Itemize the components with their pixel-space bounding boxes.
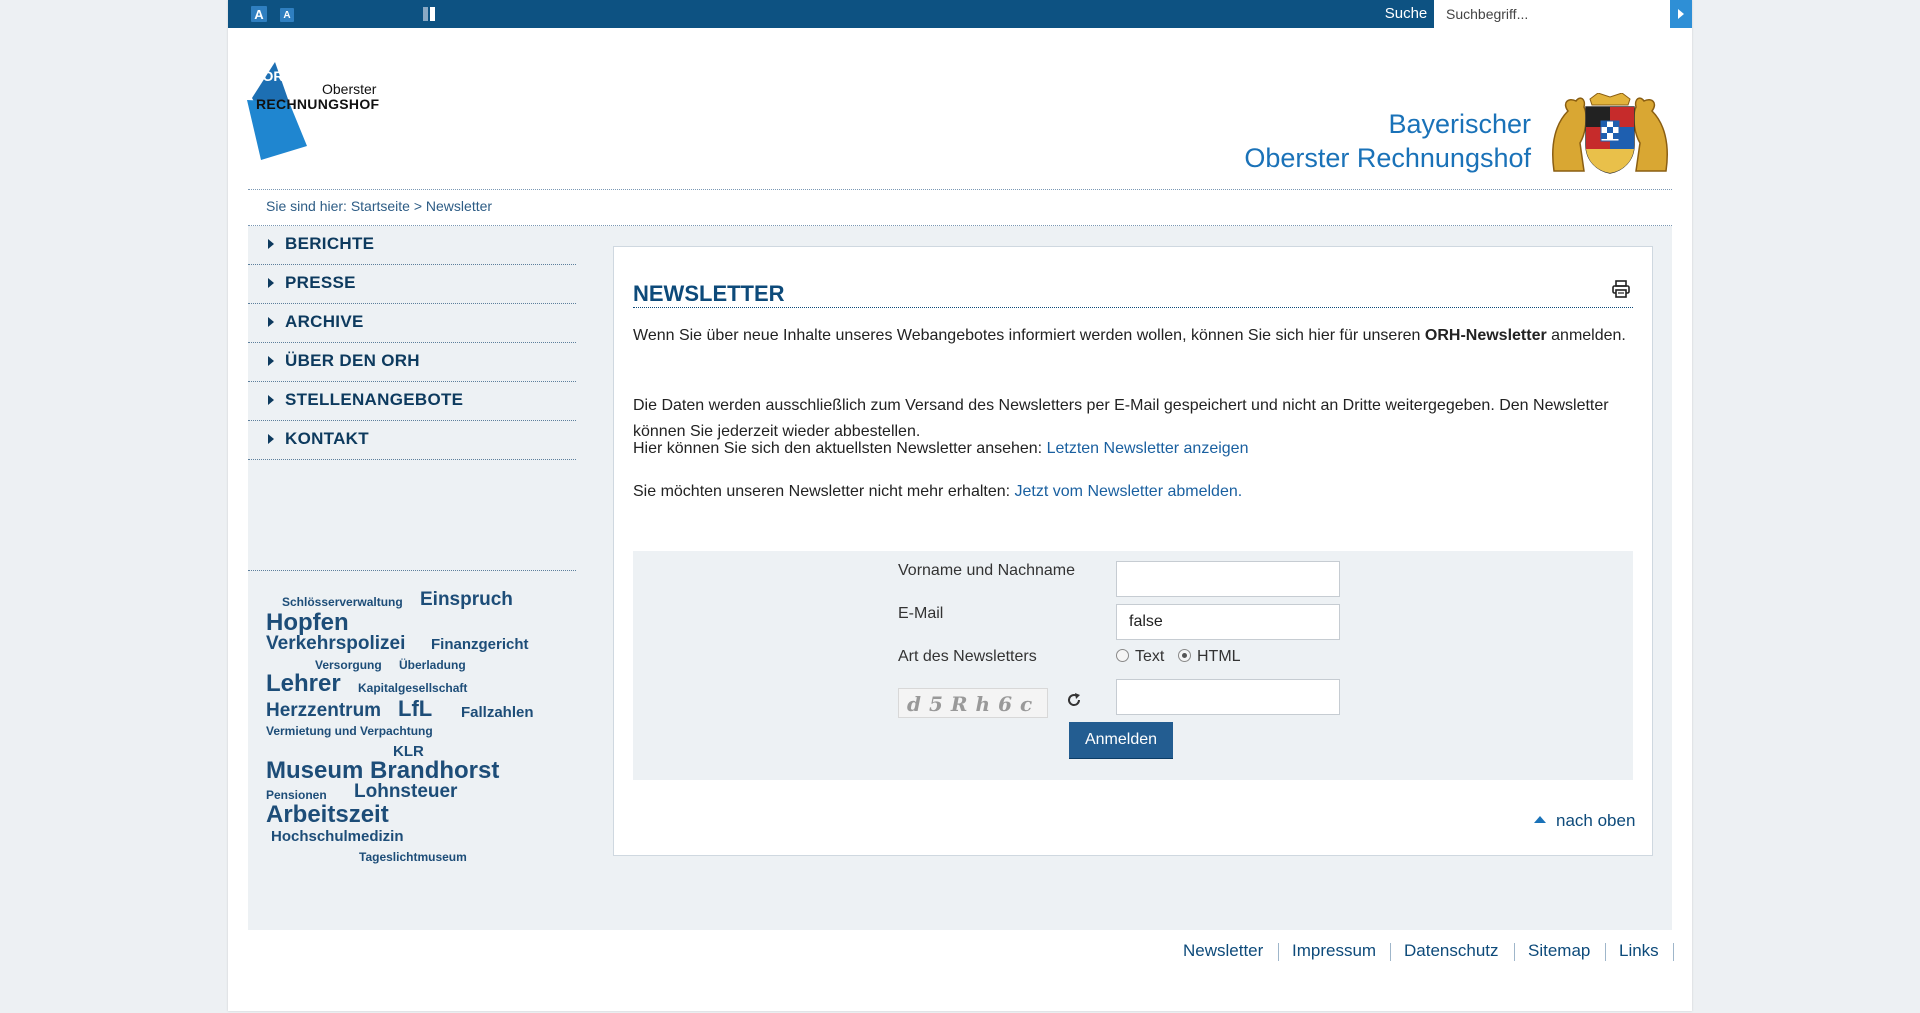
- tag-link[interactable]: Einspruch: [420, 589, 513, 611]
- tag-link[interactable]: Herzzentrum: [266, 700, 381, 722]
- tag-link[interactable]: Hochschulmedizin: [271, 828, 404, 845]
- intro-paragraph: Wenn Sie über neue Inhalte unseres Weban…: [633, 323, 1633, 349]
- nav-item-label: BERICHTE: [285, 234, 375, 253]
- tag-link[interactable]: Tageslichtmuseum: [359, 850, 467, 864]
- tag-link[interactable]: Lohnsteuer: [354, 781, 457, 803]
- footer-link-links[interactable]: Links: [1619, 941, 1659, 961]
- radio-text[interactable]: [1116, 649, 1129, 662]
- footer-separator: [1278, 943, 1279, 961]
- radio-text-label: Text: [1135, 648, 1165, 665]
- latest-newsletter-paragraph: Hier können Sie sich den aktuellsten New…: [633, 436, 1633, 462]
- nav-item-label: ARCHIVE: [285, 312, 364, 331]
- tag-link[interactable]: Pensionen: [266, 788, 327, 802]
- nav-item-kontakt[interactable]: KONTAKT: [248, 421, 576, 460]
- nav-item-label: KONTAKT: [285, 429, 369, 448]
- caret-right-icon: [268, 317, 274, 327]
- tag-link[interactable]: Überladung: [399, 658, 466, 672]
- title-divider: [633, 307, 1633, 308]
- intro-text-end: anmelden.: [1546, 327, 1626, 344]
- footer-link-datenschutz[interactable]: Datenschutz: [1404, 941, 1499, 961]
- footer-separator: [1514, 943, 1515, 961]
- nav-item-presse[interactable]: PRESSE: [248, 265, 576, 304]
- search-input[interactable]: [1434, 0, 1670, 28]
- footer-link-sitemap[interactable]: Sitemap: [1528, 941, 1590, 961]
- caret-right-icon: [268, 356, 274, 366]
- name-label: Vorname und Nachname: [898, 562, 1075, 579]
- tagcloud-divider: [248, 570, 576, 571]
- captcha-input[interactable]: [1116, 679, 1340, 715]
- header-divider: [248, 189, 1672, 190]
- tag-link[interactable]: Vermietung und Verpachtung: [266, 724, 433, 738]
- unsubscribe-link[interactable]: Jetzt vom Newsletter abmelden.: [1015, 483, 1243, 500]
- unsubscribe-paragraph: Sie möchten unseren Newsletter nicht meh…: [633, 479, 1633, 505]
- captcha-image: d5Rh6c: [898, 688, 1048, 718]
- intro-text: Wenn Sie über neue Inhalte unseres Weban…: [633, 327, 1425, 344]
- nav-item-berichte[interactable]: BERICHTE: [248, 226, 576, 265]
- logo-orh-text: ORH: [262, 68, 294, 84]
- caret-right-icon: [268, 395, 274, 405]
- search-submit-button[interactable]: [1670, 0, 1692, 28]
- content-panel: NEWSLETTER Wenn Sie über neue Inhalte un…: [613, 246, 1653, 856]
- arrow-up-icon: [1534, 816, 1546, 824]
- page: A A Suche ORH Oberster RECHNUNGSHOF Baye…: [228, 0, 1692, 1011]
- tag-link[interactable]: Kapitalgesellschaft: [358, 681, 467, 695]
- nav-item-label: ÜBER DEN ORH: [285, 351, 420, 370]
- newsletter-type-label: Art des Newsletters: [898, 648, 1037, 665]
- tag-link[interactable]: LfL: [398, 696, 432, 722]
- bavarian-coat-of-arms-icon: [1552, 93, 1668, 174]
- footer-separator: [1390, 943, 1391, 961]
- latest-newsletter-link[interactable]: Letzten Newsletter anzeigen: [1047, 440, 1249, 457]
- radio-html[interactable]: [1178, 649, 1191, 662]
- caret-right-icon: [268, 434, 274, 444]
- tag-link[interactable]: Fallzahlen: [461, 704, 534, 721]
- nav-item-label: PRESSE: [285, 273, 356, 292]
- site-title-line1: Bayerischer: [1388, 109, 1531, 139]
- logo-rechnungshof-text: RECHNUNGSHOF: [256, 96, 380, 112]
- tag-link[interactable]: Lehrer: [266, 670, 341, 698]
- caret-right-icon: [268, 278, 274, 288]
- top-bar: A A Suche: [228, 0, 1692, 28]
- radio-html-label: HTML: [1197, 648, 1241, 665]
- nav-item-label: STELLENANGEBOTE: [285, 390, 464, 409]
- page-title: NEWSLETTER: [633, 281, 785, 306]
- latest-newsletter-text: Hier können Sie sich den aktuellsten New…: [633, 440, 1047, 457]
- newsletter-name: ORH-Newsletter: [1424, 327, 1547, 344]
- font-size-small-button[interactable]: A: [280, 8, 294, 22]
- logo-oberster-text: Oberster: [322, 81, 377, 97]
- email-label: E-Mail: [898, 605, 944, 622]
- back-to-top-link[interactable]: nach oben: [1534, 811, 1635, 831]
- site-title: Bayerischer Oberster Rechnungshof: [1244, 107, 1531, 175]
- tag-link[interactable]: Finanzgericht: [431, 636, 529, 653]
- nav-item-stellenangebote[interactable]: STELLENANGEBOTE: [248, 382, 576, 421]
- refresh-captcha-icon[interactable]: [1065, 691, 1083, 709]
- arrow-right-icon: [1678, 9, 1684, 19]
- caret-right-icon: [268, 239, 274, 249]
- subscribe-button[interactable]: Anmelden: [1069, 722, 1173, 758]
- nav-item-archive[interactable]: ARCHIVE: [248, 304, 576, 343]
- font-size-large-button[interactable]: A: [251, 6, 267, 22]
- search-label: Suche: [1384, 5, 1428, 22]
- breadcrumb: Sie sind hier: Startseite > Newsletter: [266, 198, 493, 214]
- nav-item-ueber-den-orh[interactable]: ÜBER DEN ORH: [248, 343, 576, 382]
- name-field[interactable]: [1116, 561, 1340, 597]
- tag-link[interactable]: Verkehrspolizei: [266, 633, 405, 655]
- footer-link-newsletter[interactable]: Newsletter: [1183, 941, 1263, 961]
- contrast-toggle-icon[interactable]: [423, 7, 435, 21]
- back-to-top-label: nach oben: [1556, 811, 1636, 830]
- footer-separator: [1673, 943, 1674, 961]
- unsubscribe-text: Sie möchten unseren Newsletter nicht meh…: [633, 483, 1015, 500]
- email-field[interactable]: [1116, 604, 1340, 640]
- tag-link[interactable]: Schlösserverwaltung: [282, 595, 403, 609]
- footer-separator: [1605, 943, 1606, 961]
- footer-links: Newsletter Impressum Datenschutz Sitemap…: [228, 941, 1675, 961]
- site-title-line2: Oberster Rechnungshof: [1244, 143, 1531, 173]
- tag-link[interactable]: Arbeitszeit: [266, 801, 389, 829]
- footer-link-impressum[interactable]: Impressum: [1292, 941, 1376, 961]
- subscribe-form: Vorname und Nachname E-Mail Art des News…: [633, 551, 1633, 780]
- print-icon[interactable]: [1611, 279, 1631, 299]
